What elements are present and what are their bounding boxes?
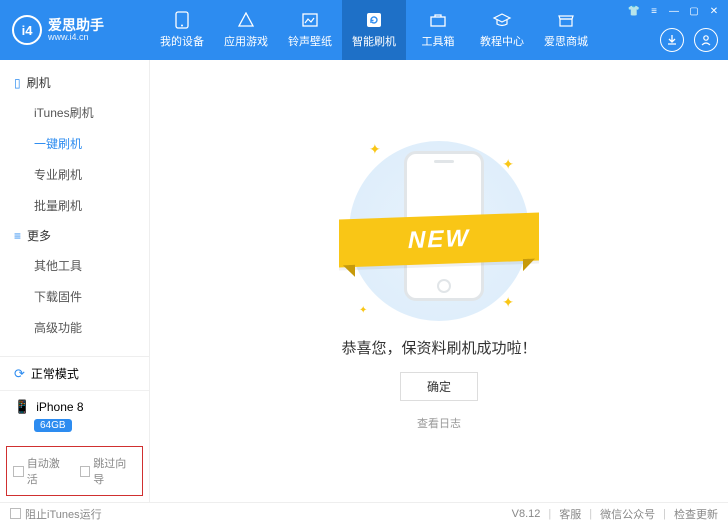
nav-apps[interactable]: 应用游戏 xyxy=(214,0,278,60)
image-icon xyxy=(300,11,320,29)
support-link[interactable]: 客服 xyxy=(559,506,581,522)
checkbox-block-itunes[interactable]: 阻止iTunes运行 xyxy=(10,506,102,522)
wechat-link[interactable]: 微信公众号 xyxy=(600,506,655,522)
menu-icon[interactable]: ≡ xyxy=(646,4,662,18)
apps-icon xyxy=(236,11,256,29)
new-ribbon: NEW xyxy=(339,213,539,268)
check-update-link[interactable]: 检查更新 xyxy=(674,506,718,522)
minimize-icon[interactable]: — xyxy=(666,4,682,18)
nav-toolbox[interactable]: 工具箱 xyxy=(406,0,470,60)
app-title: 爱思助手 xyxy=(48,18,104,32)
sidebar-item-onekey-flash[interactable]: 一键刷机 xyxy=(0,128,149,159)
app-logo: i4 爱思助手 www.i4.cn xyxy=(0,15,150,45)
phone-outline-icon: ▯ xyxy=(14,76,21,90)
sidebar-section-flash[interactable]: ▯ 刷机 xyxy=(0,68,149,97)
refresh-icon xyxy=(364,11,384,29)
top-nav: 我的设备 应用游戏 铃声壁纸 智能刷机 工具箱 教程中心 爱思商城 xyxy=(150,0,598,60)
logo-icon: i4 xyxy=(12,15,42,45)
sparkle-icon: ✦ xyxy=(369,141,381,158)
store-icon xyxy=(556,11,576,29)
sparkle-icon: ✦ xyxy=(502,294,514,311)
device-phone-icon: 📱 xyxy=(14,399,30,415)
sidebar-item-batch-flash[interactable]: 批量刷机 xyxy=(0,190,149,221)
nav-flash[interactable]: 智能刷机 xyxy=(342,0,406,60)
sparkle-icon: ✦ xyxy=(359,305,367,316)
download-button[interactable] xyxy=(660,28,684,52)
sidebar-item-pro-flash[interactable]: 专业刷机 xyxy=(0,159,149,190)
content-area: NEW ✦ ✦ ✦ ✦ 恭喜您，保资料刷机成功啦！ 确定 查看日志 xyxy=(150,60,728,502)
graduation-icon xyxy=(492,11,512,29)
sparkle-icon: ✦ xyxy=(502,156,514,173)
storage-badge: 64GB xyxy=(34,419,72,432)
phone-icon xyxy=(172,11,192,29)
theme-icon[interactable]: 👕 xyxy=(626,4,642,18)
version-label: V8.12 xyxy=(512,508,541,520)
sidebar-item-download-fw[interactable]: 下载固件 xyxy=(0,281,149,312)
user-button[interactable] xyxy=(694,28,718,52)
success-illustration: NEW ✦ ✦ ✦ ✦ xyxy=(329,121,549,321)
sidebar-item-other-tools[interactable]: 其他工具 xyxy=(0,250,149,281)
sync-icon: ⟳ xyxy=(14,366,25,382)
nav-ringtones[interactable]: 铃声壁纸 xyxy=(278,0,342,60)
checkbox-auto-activate[interactable]: 自动激活 xyxy=(13,455,70,487)
window-controls: 👕 ≡ — ▢ ✕ xyxy=(626,4,722,18)
nav-store[interactable]: 爱思商城 xyxy=(534,0,598,60)
maximize-icon[interactable]: ▢ xyxy=(686,4,702,18)
options-group: 自动激活 跳过向导 xyxy=(6,446,143,496)
device-status[interactable]: ⟳ 正常模式 xyxy=(0,357,149,391)
view-log-link[interactable]: 查看日志 xyxy=(417,415,461,431)
close-icon[interactable]: ✕ xyxy=(706,4,722,18)
app-header: i4 爱思助手 www.i4.cn 我的设备 应用游戏 铃声壁纸 智能刷机 工具… xyxy=(0,0,728,60)
app-site: www.i4.cn xyxy=(48,32,104,43)
nav-tutorials[interactable]: 教程中心 xyxy=(470,0,534,60)
success-message: 恭喜您，保资料刷机成功啦！ xyxy=(341,337,536,358)
device-info[interactable]: 📱 iPhone 8 64GB xyxy=(0,391,149,442)
statusbar: 阻止iTunes运行 V8.12 | 客服 | 微信公众号 | 检查更新 xyxy=(0,502,728,524)
sidebar: ▯ 刷机 iTunes刷机 一键刷机 专业刷机 批量刷机 ≡ 更多 其他工具 下… xyxy=(0,60,150,502)
checkbox-skip-guide[interactable]: 跳过向导 xyxy=(80,455,137,487)
nav-my-device[interactable]: 我的设备 xyxy=(150,0,214,60)
ok-button[interactable]: 确定 xyxy=(400,372,478,401)
sidebar-section-more[interactable]: ≡ 更多 xyxy=(0,221,149,250)
sidebar-item-itunes-flash[interactable]: iTunes刷机 xyxy=(0,97,149,128)
toolbox-icon xyxy=(428,11,448,29)
list-icon: ≡ xyxy=(14,229,21,243)
sidebar-item-advanced[interactable]: 高级功能 xyxy=(0,312,149,343)
